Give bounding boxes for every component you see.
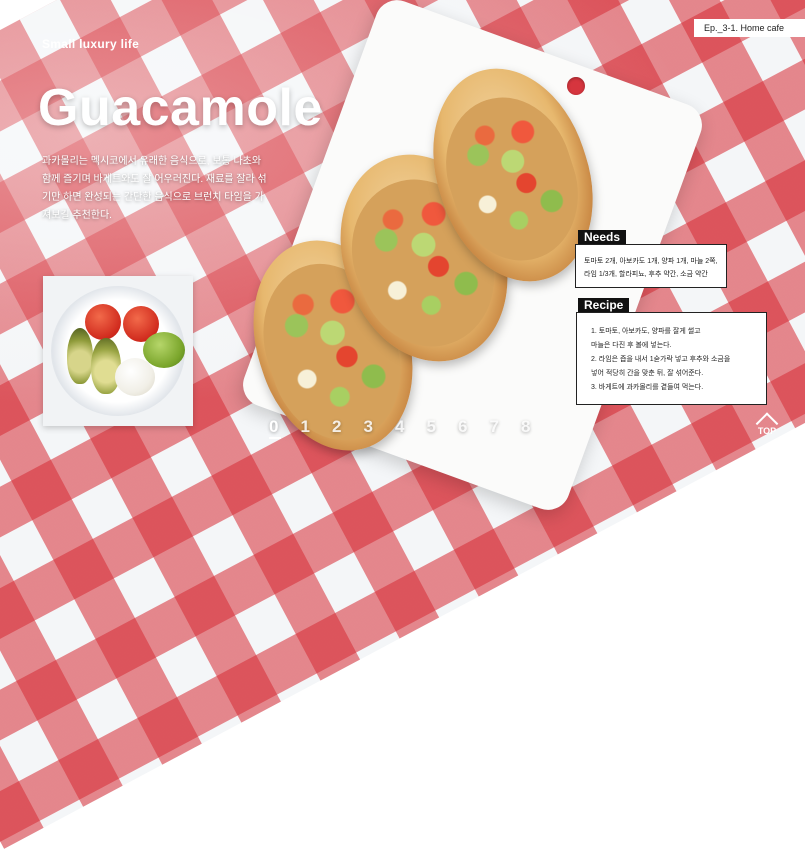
page-navigation: 0 1 2 3 4 5 6 7 8 xyxy=(269,417,553,439)
recipe-line: 마늘은 다진 후 볼에 넣는다. xyxy=(591,342,672,349)
page-title: Guacamole xyxy=(38,79,323,137)
brand-label: Small luxury life xyxy=(42,37,140,51)
page-link-6[interactable]: 6 xyxy=(458,417,490,439)
recipe-line: 2. 라임은 즙을 내서 1숟가락 넣고 후추와 소금을 xyxy=(591,356,731,363)
page-link-4[interactable]: 4 xyxy=(395,417,427,439)
tomato-left xyxy=(85,304,121,340)
page-link-7[interactable]: 7 xyxy=(490,417,522,439)
episode-tag: Ep._3-1. Home cafe xyxy=(694,19,805,37)
page-link-8[interactable]: 8 xyxy=(521,417,553,439)
scroll-top-button[interactable]: TOP xyxy=(752,410,782,440)
needs-panel: 토마토 2개, 아보카도 1개, 양파 1개, 마늘 2쪽, 라임 1/3개, … xyxy=(575,244,727,288)
page-link-5[interactable]: 5 xyxy=(427,417,459,439)
ingredients-photo xyxy=(43,276,193,426)
recipe-line: 넣어 적당히 간을 맞춘 뒤, 잘 섞어준다. xyxy=(591,370,704,377)
lime xyxy=(143,332,185,368)
avocado-half-left xyxy=(67,328,93,384)
board-handle-hole xyxy=(567,77,585,95)
page-link-3[interactable]: 3 xyxy=(364,417,396,439)
page-link-1[interactable]: 1 xyxy=(301,417,333,439)
needs-line: 라임 1/3개, 할라피뇨, 후추 약간, 소금 약간 xyxy=(584,271,708,278)
recipe-line: 1. 토마토, 아보카도, 양파를 잘게 썰고 xyxy=(591,328,701,335)
intro-description: 과카몰리는 멕시코에서 유래한 음식으로, 보통 나초와 함께 즐기며 바게트와… xyxy=(42,156,267,221)
recipe-panel: 1. 토마토, 아보카도, 양파를 잘게 썰고 마늘은 다진 후 볼에 넣는다.… xyxy=(576,312,767,405)
page-link-2[interactable]: 2 xyxy=(332,417,364,439)
needs-line: 토마토 2개, 아보카도 1개, 양파 1개, 마늘 2쪽, xyxy=(584,258,718,265)
onion xyxy=(115,358,155,396)
recipe-line: 3. 바게트에 과카몰리를 곁들여 먹는다. xyxy=(591,384,704,391)
needs-label: Needs xyxy=(578,230,627,245)
page-link-0[interactable]: 0 xyxy=(269,417,281,439)
recipe-label: Recipe xyxy=(578,298,630,313)
